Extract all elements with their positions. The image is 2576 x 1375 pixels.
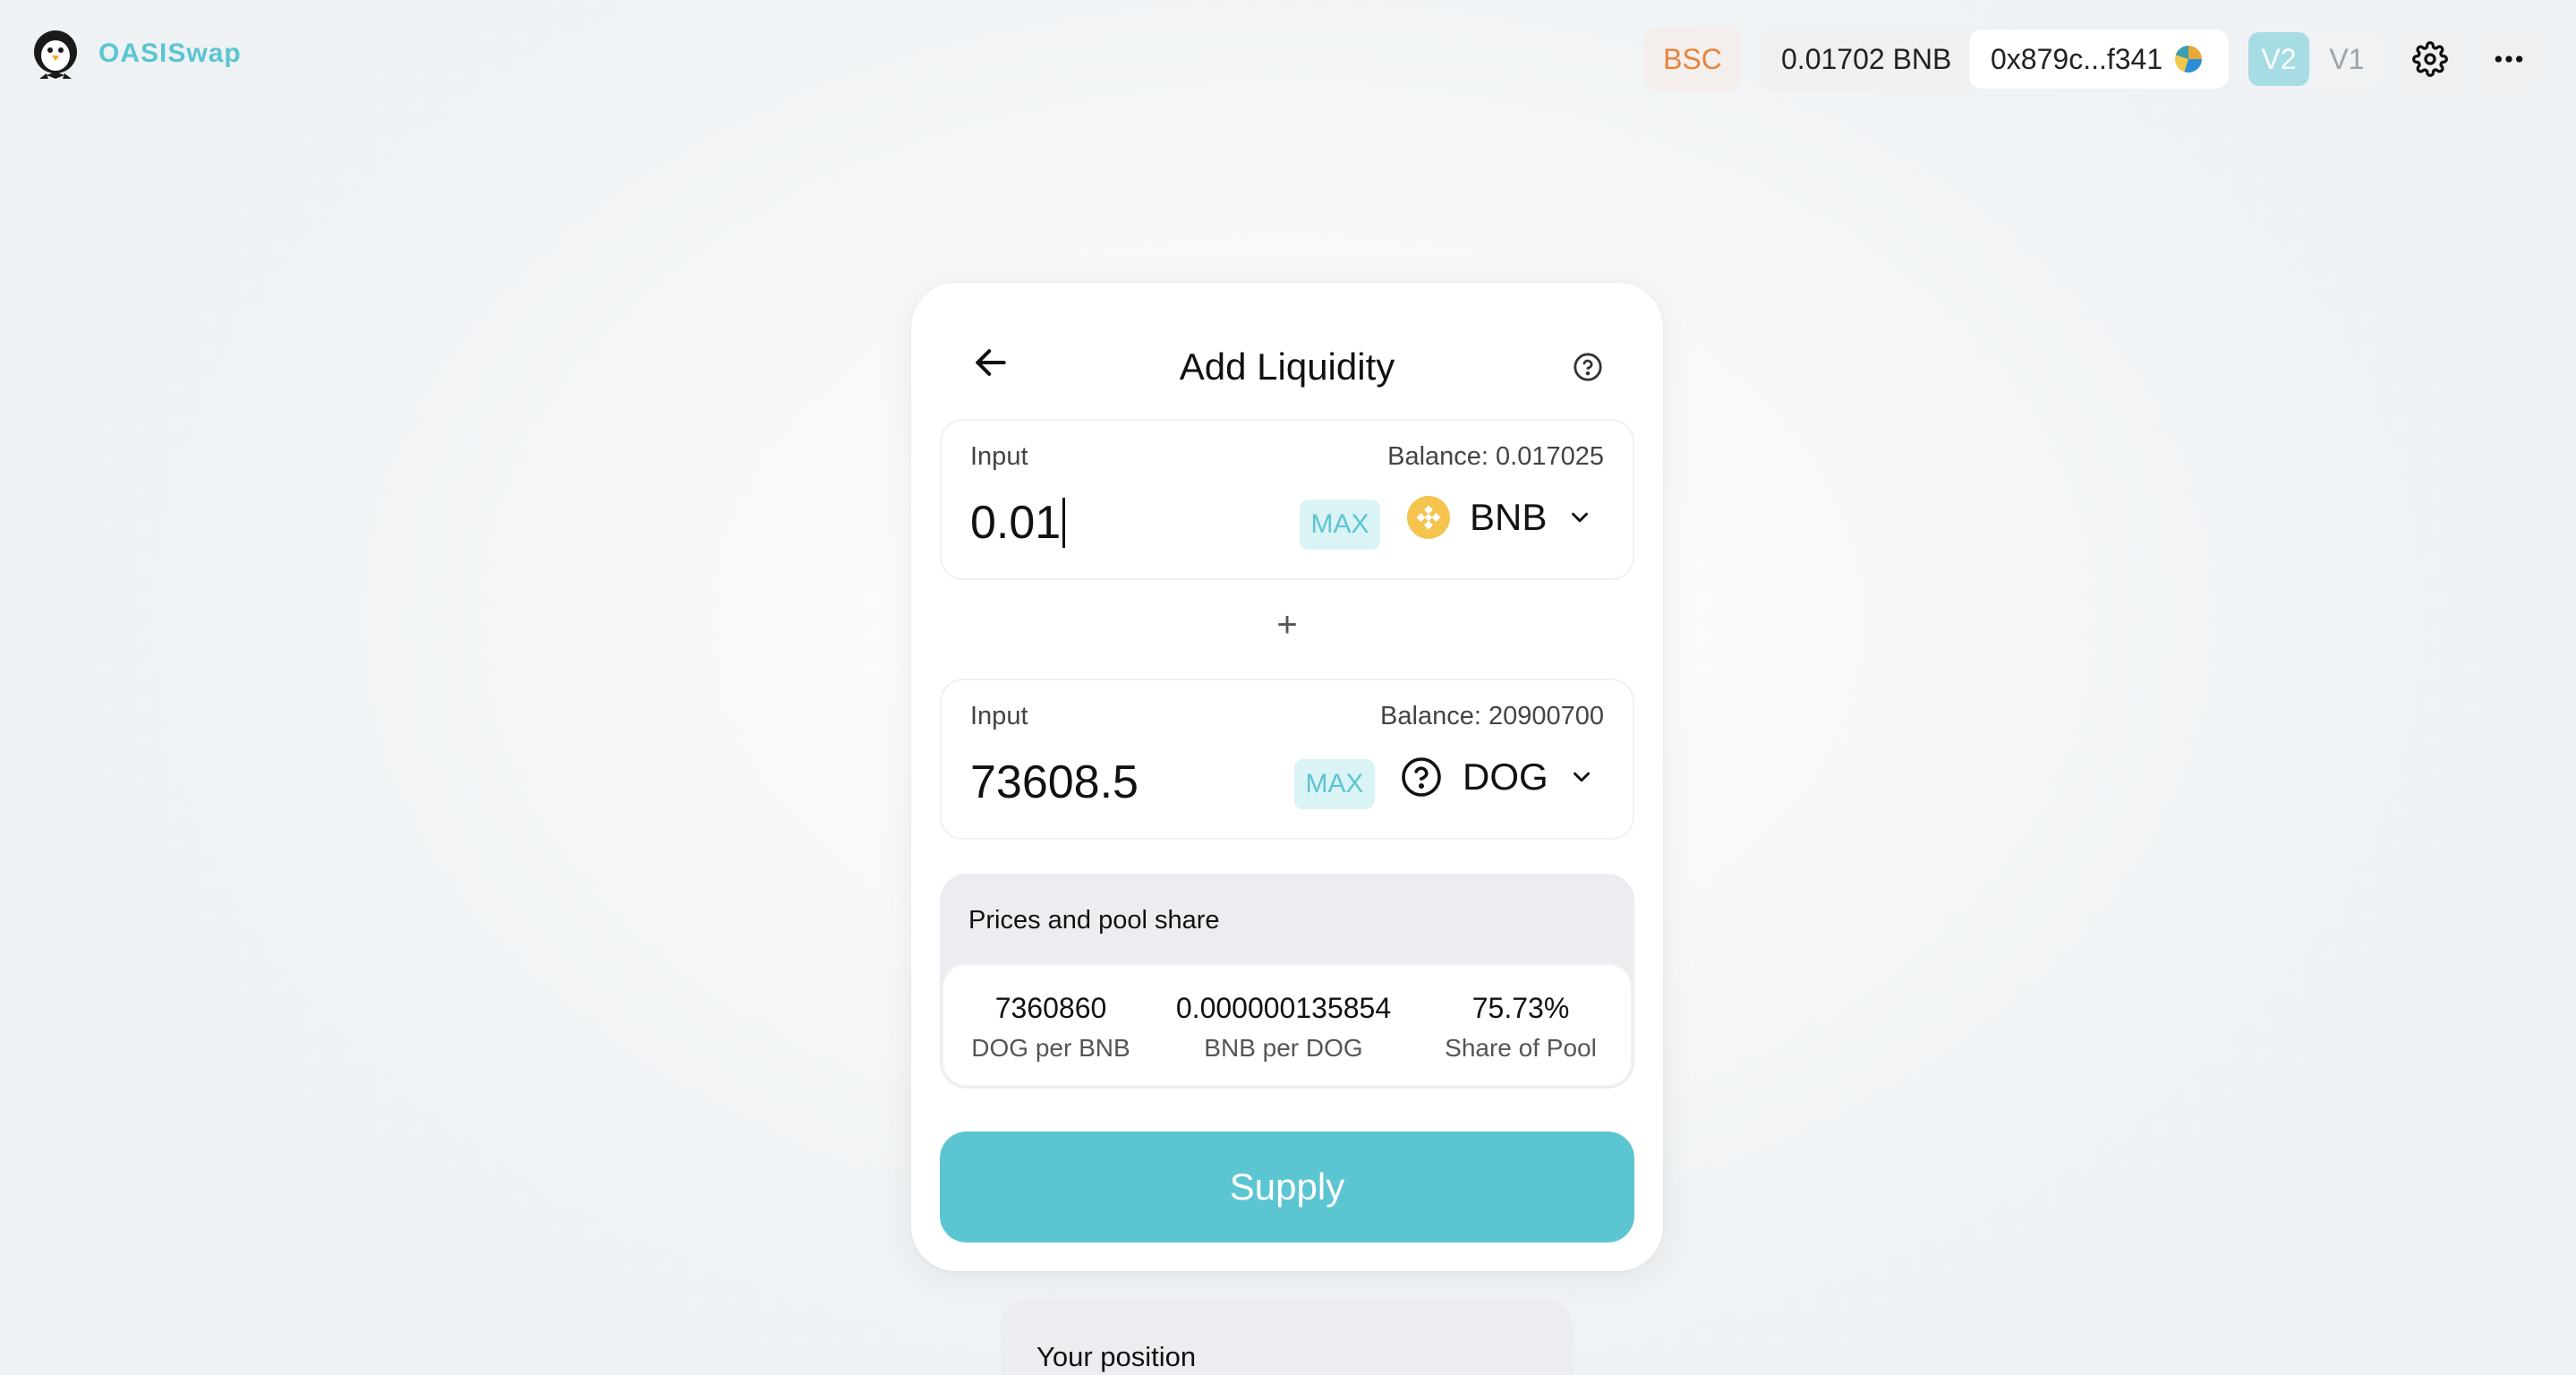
help-button[interactable]: [1570, 349, 1606, 385]
page-title: Add Liquidity: [1179, 346, 1395, 388]
stat-value: 0.000000135854: [1175, 992, 1392, 1024]
app-name: OASISwap: [98, 38, 242, 68]
token-b-amount-input[interactable]: 73608.5: [970, 756, 1139, 809]
pool-share-title: Prices and pool share: [968, 906, 1220, 935]
stat-share-of-pool: 75.73% Share of Pool: [1427, 992, 1615, 1063]
stat-value: 75.73%: [1471, 992, 1570, 1024]
stat-bnb-per-dog: 0.000000135854 BNB per DOG: [1158, 992, 1409, 1063]
token-a-symbol: BNB: [1470, 496, 1548, 538]
add-liquidity-card: Add Liquidity Input Balance: 0.017025 0.…: [911, 283, 1663, 1271]
wallet-address: 0x879c...f341: [1991, 42, 2163, 75]
token-a-select[interactable]: BNB: [1407, 496, 1593, 539]
token-b-symbol: DOG: [1463, 756, 1548, 798]
wallet-address-button[interactable]: 0x879c...f341: [1969, 30, 2229, 89]
token-a-input-panel: Input Balance: 0.017025 0.01 MAX BNB: [940, 419, 1634, 580]
text-caret: [1062, 498, 1066, 548]
pool-stats: 7360860 DOG per BNB 0.000000135854 BNB p…: [942, 963, 1633, 1087]
token-a-label: Input: [970, 442, 1028, 471]
supply-button[interactable]: Supply: [940, 1132, 1634, 1243]
settings-button[interactable]: [2397, 27, 2463, 91]
wallet-avatar-icon: [2175, 46, 2203, 73]
your-position-title: Your position: [1036, 1341, 1197, 1372]
token-b-input-panel: Input Balance: 20900700 73608.5 MAX DOG: [940, 679, 1634, 840]
stat-value: 7360860: [994, 992, 1107, 1024]
chevron-down-icon: [1572, 512, 1589, 523]
token-b-select[interactable]: DOG: [1400, 756, 1595, 799]
token-a-max-button[interactable]: MAX: [1300, 500, 1380, 550]
gear-icon: [2412, 41, 2448, 77]
bnb-logo-icon: [1407, 496, 1450, 539]
stat-label: DOG per BNB: [971, 1034, 1130, 1062]
chevron-down-icon: [1573, 772, 1590, 782]
token-a-amount-value: 0.01: [970, 497, 1062, 549]
stat-label: Share of Pool: [1445, 1034, 1597, 1062]
plus-icon: +: [1276, 605, 1298, 645]
token-a-balance: Balance: 0.017025: [1387, 442, 1604, 471]
penguin-logo-icon: [34, 30, 77, 79]
token-b-max-button[interactable]: MAX: [1294, 759, 1375, 809]
stat-label: BNB per DOG: [1204, 1034, 1363, 1062]
version-v1-tab[interactable]: V1: [2316, 32, 2377, 86]
token-b-amount-value: 73608.5: [970, 756, 1139, 808]
more-options-button[interactable]: [2476, 27, 2542, 91]
token-a-amount-input[interactable]: 0.01: [970, 496, 1066, 550]
app-logo[interactable]: OASISwap: [27, 25, 242, 82]
version-v2-tab[interactable]: V2: [2248, 32, 2309, 86]
unknown-token-icon: [1400, 756, 1443, 799]
token-b-balance: Balance: 20900700: [1380, 702, 1604, 730]
more-horizontal-icon: [2495, 56, 2523, 63]
network-badge[interactable]: BSC: [1643, 27, 1742, 91]
token-b-label: Input: [970, 702, 1028, 730]
prices-pool-share-panel: Prices and pool share 7360860 DOG per BN…: [940, 874, 1634, 1089]
native-balance: 0.01702 BNB: [1781, 42, 1952, 75]
question-circle-icon: [1574, 353, 1602, 381]
version-toggle: V2 V1: [2245, 29, 2381, 90]
stat-dog-per-bnb: 7360860 DOG per BNB: [961, 992, 1140, 1063]
your-position-panel: Your position: [1001, 1300, 1574, 1375]
